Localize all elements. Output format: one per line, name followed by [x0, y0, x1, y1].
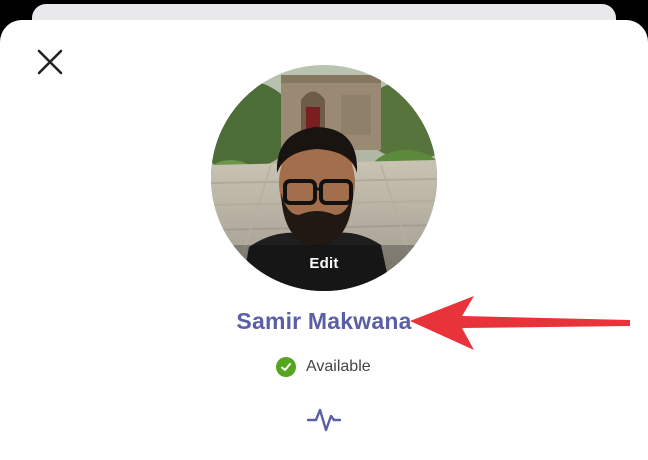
close-button[interactable]	[34, 46, 66, 78]
status-indicator	[276, 357, 296, 377]
activity-pulse-icon	[306, 408, 342, 432]
edit-photo-label[interactable]: Edit	[211, 255, 437, 272]
activity-button[interactable]	[306, 404, 342, 434]
status-selector[interactable]: Available	[276, 356, 371, 378]
checkmark-icon	[281, 363, 291, 371]
profile-avatar[interactable]: Edit	[211, 65, 437, 291]
status-label: Available	[306, 358, 371, 375]
annotation-arrow	[410, 296, 630, 350]
close-icon	[37, 49, 63, 75]
